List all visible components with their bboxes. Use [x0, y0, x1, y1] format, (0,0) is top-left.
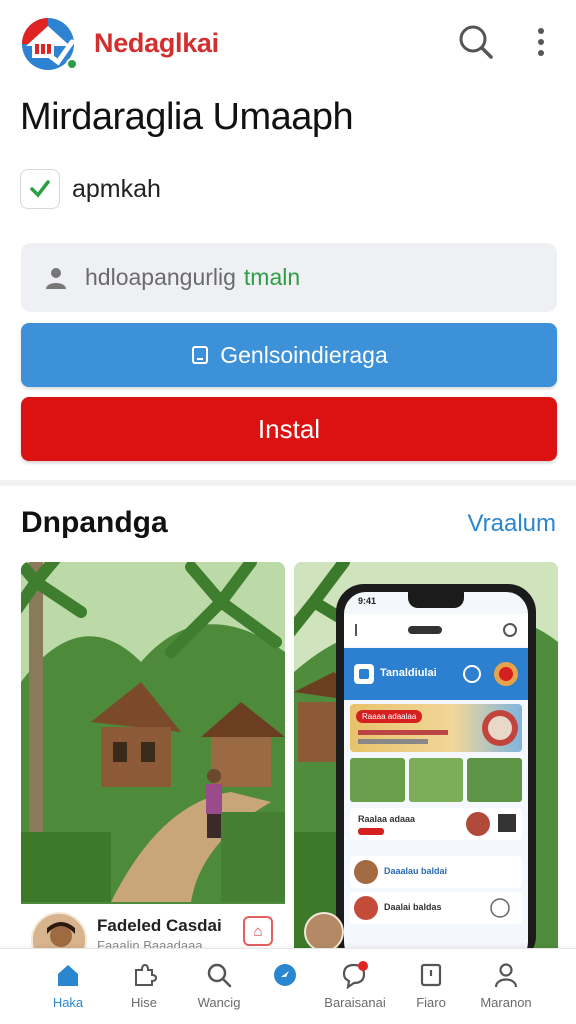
phone-row-text: Daalai baldas: [384, 902, 442, 912]
screenshot-card[interactable]: Fadeled Casdai Faaalin Baaadaaa ⌂: [21, 562, 285, 962]
search-button[interactable]: [456, 22, 496, 62]
app-logo-icon: [20, 16, 80, 72]
nav-item-label: Hise: [130, 995, 157, 1010]
device-icon: [192, 346, 209, 364]
phone-tiles: [350, 758, 523, 802]
verified-badge-row: apmkah: [20, 168, 161, 210]
nav-item-home[interactable]: Haka: [29, 949, 107, 1024]
search-placeholder-highlight: tmaln: [243, 264, 301, 290]
brand-name: Nedaglkai: [94, 28, 219, 58]
avatar: [304, 912, 344, 952]
puzzle-icon: [130, 961, 158, 989]
install-label: Instal: [257, 413, 321, 444]
phone-app-bar: [344, 614, 528, 646]
install-button[interactable]: Instal: [21, 397, 557, 461]
bookmark-icon: [417, 961, 445, 989]
search-placeholder: hdloapangurlig: [85, 264, 236, 290]
more-options-button[interactable]: [526, 24, 556, 60]
nav-item-label: Fiaro: [416, 995, 446, 1010]
top-app-bar: Nedaglkai: [0, 0, 576, 88]
nav-item-label: Maranon: [480, 995, 532, 1010]
person-icon: [46, 267, 66, 289]
phone-list-row: Raalaa adaaa: [350, 808, 522, 840]
nav-item-saved[interactable]: Fiaro: [392, 949, 470, 1024]
nav-item-label: Haka: [52, 995, 84, 1010]
search-icon: [205, 961, 233, 989]
phone-list-row: Daaalau baldai: [350, 856, 522, 888]
phone-mockup: 9:41 Tanaldiulai Raaaa adaalaa Raalaa ad…: [336, 584, 536, 962]
phone-header: Tanaldiulai: [344, 648, 528, 700]
primary-action-button[interactable]: Genlsoindieraga: [21, 323, 557, 387]
nav-item-discover[interactable]: [246, 949, 324, 1024]
nav-item-profile[interactable]: Maranon: [467, 949, 545, 1024]
village-photo: [21, 562, 285, 962]
section-title: Dnpandga: [21, 506, 168, 539]
nav-item-hise[interactable]: Hise: [105, 949, 183, 1024]
view-all-link[interactable]: Vraalum: [468, 510, 556, 538]
section-divider: [0, 480, 576, 486]
nav-item-label: Wancig: [197, 995, 241, 1010]
phone-screen: 9:41 Tanaldiulai Raaaa adaalaa Raalaa ad…: [344, 592, 528, 962]
primary-action-label: Genlsoindieraga: [220, 341, 388, 368]
card-author-name: Fadeled Casdai: [97, 916, 222, 935]
phone-list-row: Daalai baldas: [350, 892, 522, 924]
verified-label: apmkah: [72, 174, 161, 203]
more-vert-icon: [538, 28, 544, 56]
profile-icon: [492, 961, 520, 989]
nav-item-messages[interactable]: Baraisanai: [316, 949, 394, 1024]
bottom-navigation: Haka Hise Wancig Baraisanai Fiaro Marano…: [0, 948, 576, 1024]
phone-time: 9:41: [358, 596, 377, 606]
phone-row-text: Daaalau baldai: [384, 866, 448, 876]
nav-item-label: Baraisanai: [324, 995, 386, 1010]
chat-icon: [341, 961, 369, 989]
verified-check-icon: [20, 169, 60, 209]
search-input[interactable]: hdloapangurlig tmaln: [21, 243, 557, 312]
gift-icon[interactable]: ⌂: [243, 916, 273, 946]
phone-banner: Raaaa adaalaa: [350, 704, 522, 752]
home-icon: [54, 961, 82, 989]
compass-icon: [271, 961, 299, 989]
app-title: Mirdaraglia Umaaph: [20, 96, 354, 138]
search-icon: [459, 25, 493, 59]
screenshot-card[interactable]: 9:41 Tanaldiulai Raaaa adaalaa Raalaa ad…: [294, 562, 558, 962]
